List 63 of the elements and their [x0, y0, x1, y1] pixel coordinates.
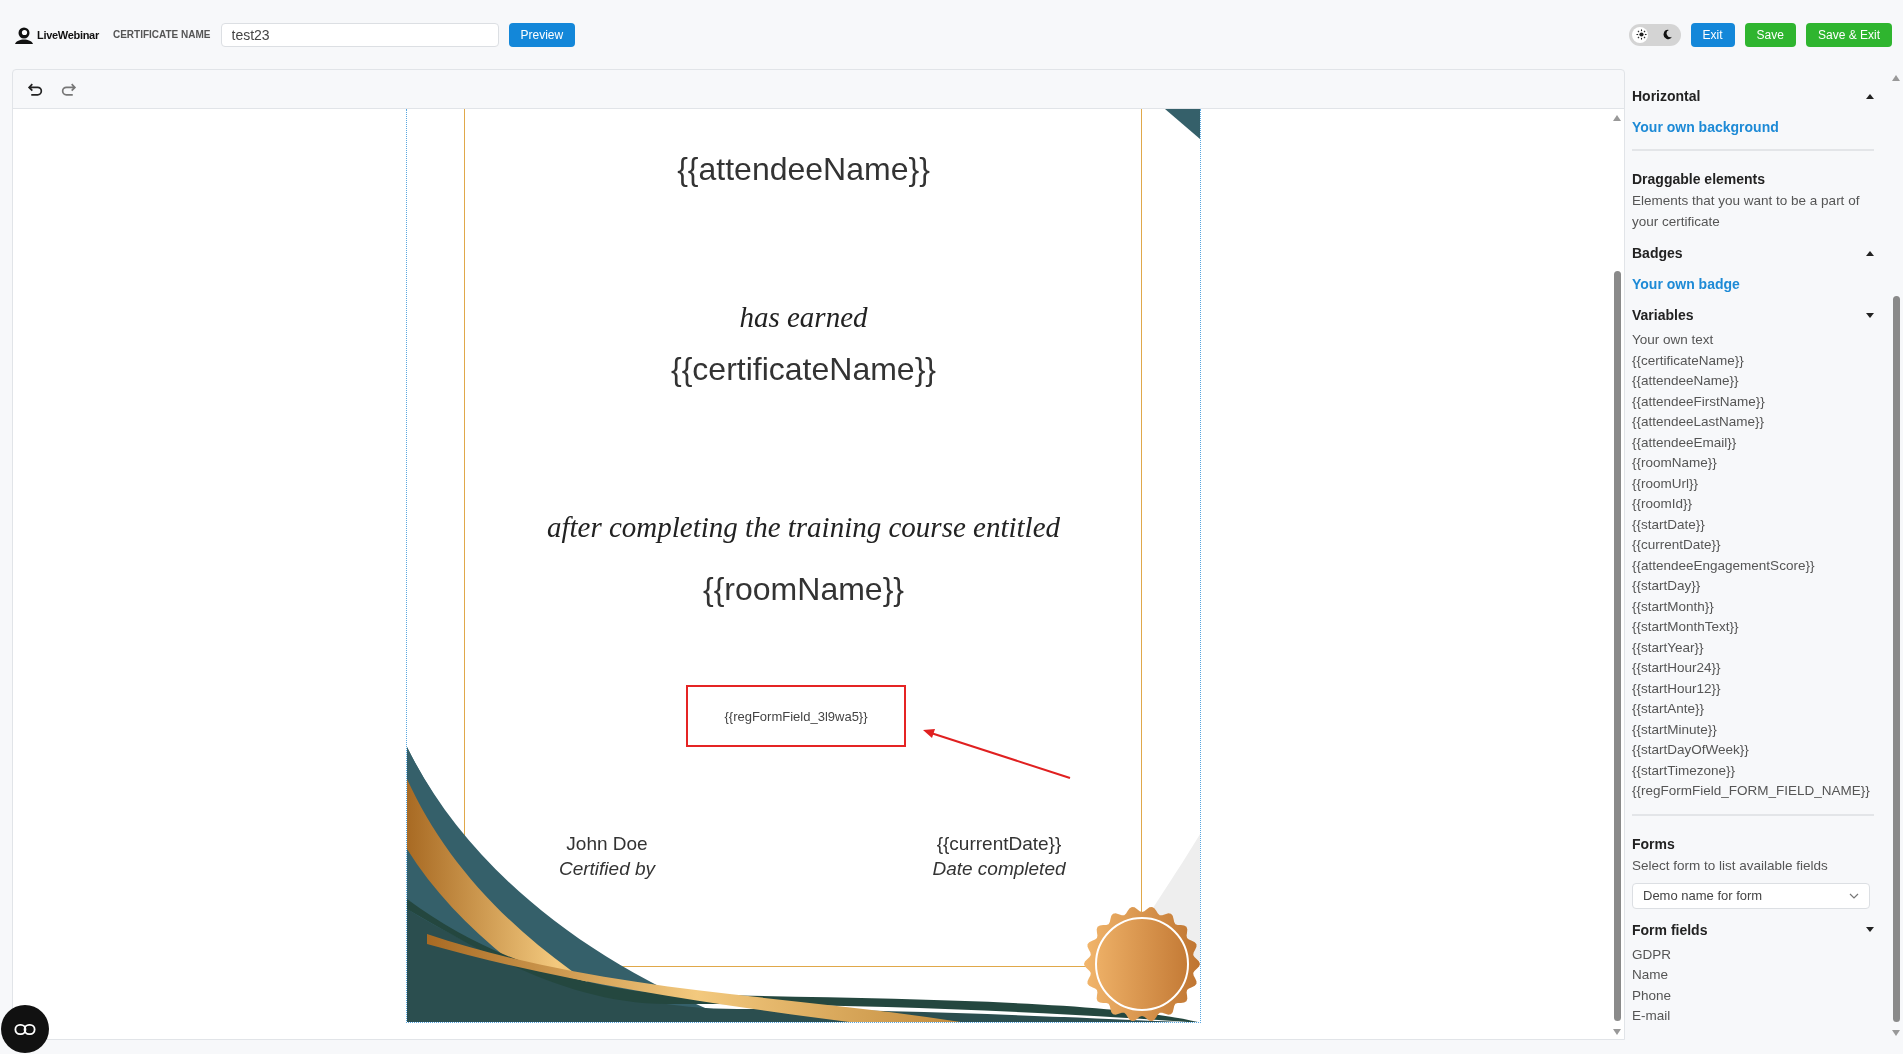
form-field-item[interactable]: Name: [1632, 965, 1668, 986]
signer-name: John Doe: [566, 832, 648, 856]
logo-text: LiveWebinar: [37, 28, 99, 41]
variable-item[interactable]: {{startHour12}}: [1632, 678, 1721, 699]
section-title: Badges: [1632, 244, 1683, 263]
section-title: Form fields: [1632, 920, 1708, 940]
section-title: Forms: [1632, 834, 1676, 854]
date-value: {{currentDate}}: [936, 832, 1062, 856]
course-intro-text: after completing the training course entitled: [546, 511, 1061, 544]
theme-toggle[interactable]: [1628, 23, 1681, 46]
caret-icon[interactable]: [1866, 927, 1874, 932]
variable-item[interactable]: Your own text: [1632, 330, 1714, 351]
certificate-name-text: {{certificateName}}: [670, 351, 936, 388]
variable-item[interactable]: {{startDay}}: [1632, 576, 1701, 597]
variable-item[interactable]: {{startDate}}: [1632, 514, 1705, 535]
variable-item[interactable]: {{roomUrl}}: [1632, 473, 1699, 494]
person-icon: [14, 25, 34, 44]
caret-icon[interactable]: [1866, 93, 1874, 99]
caret-icon[interactable]: [1866, 250, 1874, 256]
section-title: Variables: [1632, 306, 1694, 325]
certificate-name-label: CERTIFICATE NAME: [112, 29, 211, 40]
variable-item[interactable]: {{startYear}}: [1632, 637, 1704, 658]
date-caption: Date completed: [932, 857, 1066, 881]
sun-icon: [1636, 29, 1648, 40]
form-field-item[interactable]: GDPR: [1632, 944, 1671, 965]
variable-item[interactable]: {{startMinute}}: [1632, 719, 1717, 740]
variable-item[interactable]: {{attendeeEngagementScore}}: [1632, 555, 1815, 576]
variable-item[interactable]: {{attendeeLastName}}: [1632, 412, 1765, 433]
variable-item[interactable]: {{roomName}}: [1632, 453, 1717, 474]
moon-icon: [1662, 29, 1674, 40]
attendee-name-text: {{attendeeName}}: [677, 151, 930, 188]
variable-item[interactable]: {{startTimezone}}: [1632, 760, 1736, 781]
form-field-item[interactable]: Phone: [1632, 985, 1672, 1006]
chain-link-icon: [14, 1022, 36, 1036]
variable-item[interactable]: {{startMonth}}: [1632, 596, 1714, 617]
form-field-variable: {{regFormField_3l9wa5}}: [724, 708, 868, 724]
certificate-name-field[interactable]: test23: [220, 22, 499, 47]
signer-caption: Certified by: [558, 857, 656, 881]
variable-item[interactable]: {{startDayOfWeek}}: [1632, 740, 1749, 761]
variable-item[interactable]: {{certificateName}}: [1632, 350, 1744, 371]
variable-item[interactable]: {{startMonthText}}: [1632, 617, 1739, 638]
variable-item[interactable]: {{attendeeEmail}}: [1632, 432, 1737, 453]
section-title: Draggable elements: [1632, 170, 1767, 189]
variable-item[interactable]: {{attendeeFirstName}}: [1632, 391, 1765, 412]
caret-icon[interactable]: [1866, 312, 1874, 318]
variable-item[interactable]: {{startAnte}}: [1632, 699, 1705, 720]
preview-button[interactable]: Preview: [508, 22, 576, 47]
exit-button[interactable]: Exit: [1690, 22, 1735, 47]
variable-item[interactable]: {{roomId}}: [1632, 494, 1693, 515]
variable-item[interactable]: {{currentDate}}: [1632, 535, 1721, 556]
variable-item[interactable]: {{startHour24}}: [1632, 658, 1721, 679]
section-description: Elements that you want to be a part of your certificate: [1632, 192, 1861, 231]
floating-action-button[interactable]: [1, 1005, 49, 1053]
room-name-text: {{roomName}}: [703, 571, 904, 608]
variable-item[interactable]: {{regFormField_FORM_FIELD_NAME}}: [1632, 781, 1870, 802]
form-select[interactable]: Demo name for form: [1632, 882, 1870, 909]
chevron-down-icon: [1849, 892, 1859, 899]
form-field-item[interactable]: E-mail: [1632, 1006, 1671, 1027]
corner-drawing: [1165, 109, 1200, 139]
section-description: Select form to list available fields: [1632, 856, 1829, 875]
variable-item[interactable]: {{attendeeName}}: [1632, 371, 1739, 392]
section-title: Horizontal: [1632, 87, 1701, 106]
has-earned-text: has earned: [739, 301, 868, 334]
